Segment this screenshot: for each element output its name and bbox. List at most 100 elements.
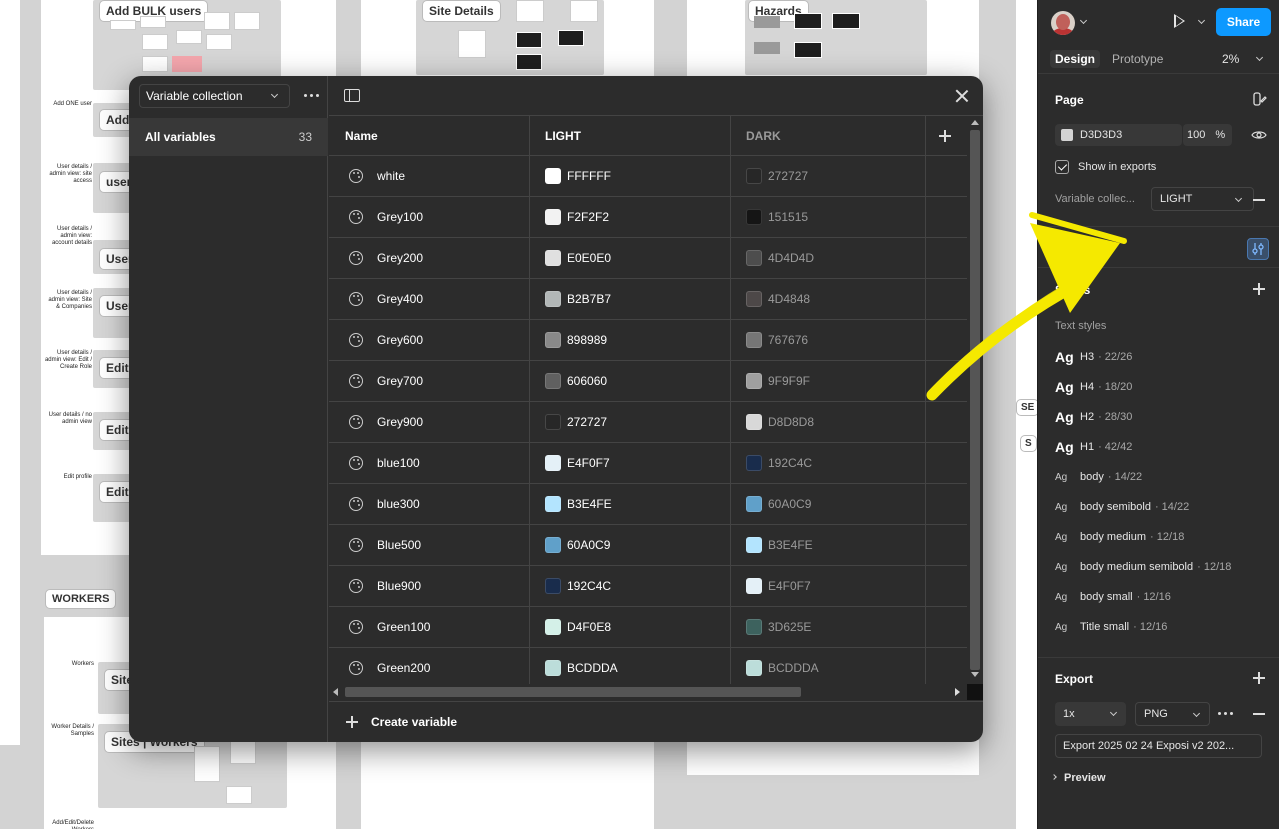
table-row[interactable]: Green200 BCDDDA BCDDDA	[329, 648, 967, 684]
dark-value-cell[interactable]: 4D4D4D	[746, 238, 814, 278]
table-row[interactable]: Green100 D4F0E8 3D625E	[329, 607, 967, 648]
light-value-cell[interactable]: 606060	[545, 361, 607, 401]
light-value-cell[interactable]: 272727	[545, 402, 607, 442]
light-color-swatch[interactable]	[545, 209, 561, 225]
text-style-item[interactable]: Ag H1 · 42/42	[1055, 437, 1132, 457]
tab-design[interactable]: Design	[1050, 50, 1101, 68]
light-value-cell[interactable]: 60A0C9	[545, 525, 610, 565]
scroll-down-icon[interactable]	[971, 672, 979, 677]
horizontal-scrollbar[interactable]	[329, 684, 967, 700]
close-icon[interactable]	[955, 89, 969, 103]
light-value-cell[interactable]: E4F0F7	[545, 443, 610, 483]
export-preview-toggle[interactable]: Preview	[1064, 772, 1106, 784]
vertical-scroll-thumb[interactable]	[970, 130, 980, 670]
chevron-down-icon[interactable]	[1197, 16, 1206, 25]
text-style-item[interactable]: Ag body medium semibold · 12/18	[1055, 557, 1231, 577]
variable-name-cell[interactable]: Grey900	[349, 402, 423, 442]
toggle-sidebar-icon[interactable]	[344, 89, 360, 102]
more-options-icon[interactable]	[304, 94, 319, 97]
dark-color-swatch[interactable]	[746, 291, 762, 307]
light-color-swatch[interactable]	[545, 496, 561, 512]
light-color-swatch[interactable]	[545, 660, 561, 676]
text-style-item[interactable]: Ag H3 · 22/26	[1055, 347, 1132, 367]
page-fill-hex[interactable]: D3D3D3	[1080, 129, 1122, 141]
variable-name-cell[interactable]: white	[349, 156, 405, 196]
text-style-item[interactable]: Ag H4 · 18/20	[1055, 377, 1132, 397]
scroll-up-icon[interactable]	[971, 120, 979, 125]
light-value-cell[interactable]: 192C4C	[545, 566, 611, 606]
light-color-swatch[interactable]	[545, 250, 561, 266]
variable-name-cell[interactable]: Blue900	[349, 566, 421, 606]
variable-name-cell[interactable]: Grey400	[349, 279, 423, 319]
light-color-swatch[interactable]	[545, 168, 561, 184]
dark-color-swatch[interactable]	[746, 619, 762, 635]
light-value-cell[interactable]: 898989	[545, 320, 607, 360]
chevron-right-icon[interactable]	[1051, 774, 1057, 780]
column-header-light[interactable]: LIGHT	[545, 116, 725, 156]
variable-name-cell[interactable]: blue300	[349, 484, 420, 524]
collection-select[interactable]: Variable collection	[139, 84, 290, 108]
variable-name-cell[interactable]: Green100	[349, 607, 430, 647]
variable-name-cell[interactable]: Grey100	[349, 197, 423, 237]
present-play-icon[interactable]	[1174, 14, 1185, 28]
canvas-frame-left-edge[interactable]	[0, 0, 20, 745]
canvas-frame-bottom-right[interactable]	[687, 740, 979, 775]
dark-value-cell[interactable]: 151515	[746, 197, 808, 237]
export-format-select[interactable]: PNG	[1135, 702, 1210, 726]
text-style-item[interactable]: Ag body medium · 12/18	[1055, 527, 1184, 547]
dark-color-swatch[interactable]	[746, 578, 762, 594]
variable-name-cell[interactable]: blue100	[349, 443, 420, 483]
dark-value-cell[interactable]: 272727	[746, 156, 808, 196]
export-scale-select[interactable]: 1x	[1055, 702, 1126, 726]
table-row[interactable]: blue100 E4F0F7 192C4C	[329, 443, 967, 484]
dark-value-cell[interactable]: 767676	[746, 320, 808, 360]
dark-color-swatch[interactable]	[746, 250, 762, 266]
light-value-cell[interactable]: B3E4FE	[545, 484, 612, 524]
export-more-icon[interactable]	[1218, 712, 1233, 715]
light-value-cell[interactable]: FFFFFF	[545, 156, 611, 196]
light-value-cell[interactable]: E0E0E0	[545, 238, 611, 278]
text-style-item[interactable]: Ag body semibold · 14/22	[1055, 497, 1189, 517]
add-style-icon[interactable]	[1253, 283, 1265, 295]
dark-color-swatch[interactable]	[746, 373, 762, 389]
table-row[interactable]: Blue500 60A0C9 B3E4FE	[329, 525, 967, 566]
light-color-swatch[interactable]	[545, 455, 561, 471]
text-style-item[interactable]: Ag H2 · 28/30	[1055, 407, 1132, 427]
horizontal-scroll-thumb[interactable]	[345, 687, 801, 697]
table-row[interactable]: white FFFFFF 272727	[329, 156, 967, 197]
dark-color-swatch[interactable]	[746, 332, 762, 348]
table-row[interactable]: Blue900 192C4C E4F0F7	[329, 566, 967, 607]
dark-value-cell[interactable]: 60A0C9	[746, 484, 811, 524]
scroll-right-icon[interactable]	[955, 688, 960, 696]
remove-collection-icon[interactable]	[1253, 199, 1265, 201]
page-settings-icon[interactable]	[1252, 91, 1268, 107]
variable-name-cell[interactable]: Green200	[349, 648, 430, 684]
page-opacity-field[interactable]: 100 %	[1183, 124, 1232, 146]
text-style-item[interactable]: Ag body small · 12/16	[1055, 587, 1171, 607]
light-color-swatch[interactable]	[545, 332, 561, 348]
text-style-item[interactable]: Ag Title small · 12/16	[1055, 617, 1167, 637]
chevron-down-icon[interactable]	[1255, 53, 1264, 62]
dark-value-cell[interactable]: 192C4C	[746, 443, 812, 483]
light-value-cell[interactable]: F2F2F2	[545, 197, 609, 237]
dark-value-cell[interactable]: 4D4848	[746, 279, 810, 319]
dark-value-cell[interactable]: B3E4FE	[746, 525, 813, 565]
light-value-cell[interactable]: B2B7B7	[545, 279, 611, 319]
table-row[interactable]: Grey400 B2B7B7 4D4848	[329, 279, 967, 320]
create-variable-button[interactable]: Create variable	[329, 701, 983, 742]
variable-collection-select[interactable]: LIGHT	[1151, 187, 1254, 211]
dark-value-cell[interactable]: 3D625E	[746, 607, 811, 647]
variable-name-cell[interactable]: Blue500	[349, 525, 421, 565]
page-opacity-value[interactable]: 100	[1187, 129, 1205, 141]
light-color-swatch[interactable]	[545, 619, 561, 635]
chevron-down-icon[interactable]	[1079, 16, 1088, 25]
tab-prototype[interactable]: Prototype	[1107, 50, 1168, 68]
eye-icon[interactable]	[1251, 127, 1267, 143]
light-color-swatch[interactable]	[545, 373, 561, 389]
scroll-left-icon[interactable]	[333, 688, 338, 696]
page-fill-field[interactable]: D3D3D3	[1055, 124, 1182, 146]
table-row[interactable]: Grey900 272727 D8D8D8	[329, 402, 967, 443]
dark-color-swatch[interactable]	[746, 537, 762, 553]
dark-value-cell[interactable]: E4F0F7	[746, 566, 811, 606]
light-color-swatch[interactable]	[545, 578, 561, 594]
